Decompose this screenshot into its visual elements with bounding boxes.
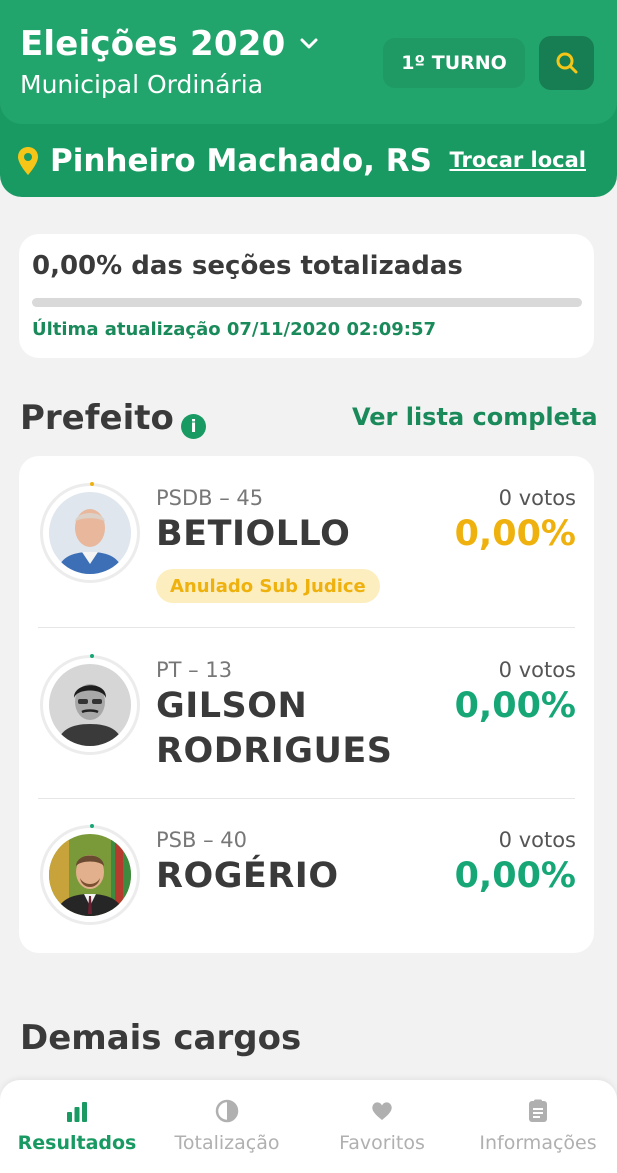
pie-chart-icon: [215, 1099, 239, 1123]
candidate-party: PSB – 40: [156, 828, 247, 852]
candidates-card: PSDB – 45 BETIOLLO 0 votos 0,00% Anulado…: [19, 456, 594, 953]
progress-card: 0,00% das seções totalizadas Última atua…: [19, 234, 594, 358]
candidate-percent: 0,00%: [454, 856, 576, 896]
heart-icon: [372, 1102, 392, 1120]
see-full-list-link[interactable]: Ver lista completa: [352, 403, 598, 431]
location-pin-icon: [18, 147, 38, 175]
turno-button[interactable]: 1º TURNO: [383, 38, 525, 88]
nav-item-totalizacao[interactable]: Totalização: [150, 1098, 304, 1154]
info-icon[interactable]: i: [181, 414, 206, 439]
progress-bar: [32, 298, 582, 307]
candidate-avatar: [40, 482, 140, 583]
candidate-name: BETIOLLO: [156, 514, 351, 554]
divider: [38, 798, 575, 799]
nav-item-informacoes[interactable]: Informações: [461, 1098, 615, 1154]
clipboard-icon: [529, 1099, 547, 1122]
election-bar: Eleições 2020 Municipal Ordinária 1º TUR…: [0, 0, 617, 124]
status-badge: Anulado Sub Judice: [156, 569, 380, 603]
status-dot: [90, 482, 94, 486]
status-dot: [90, 654, 94, 658]
candidate-avatar: [40, 824, 140, 925]
candidate-votes: 0 votos: [498, 658, 576, 682]
change-location-link[interactable]: Trocar local: [449, 148, 586, 172]
bar-chart-icon: [67, 1102, 87, 1122]
status-dot: [90, 824, 94, 828]
last-update-text: Última atualização 07/11/2020 02:09:57: [32, 319, 437, 340]
candidate-name: ROGÉRIO: [156, 856, 339, 896]
bottom-nav: Resultados Totalização Favoritos Informa…: [0, 1080, 617, 1173]
prefeito-heading: Prefeito: [20, 398, 174, 438]
nav-item-resultados[interactable]: Resultados: [0, 1098, 154, 1154]
candidate-percent: 0,00%: [454, 514, 576, 554]
location-bar: Pinheiro Machado, RS Trocar local: [16, 138, 586, 184]
candidate-photo-icon: [49, 834, 131, 916]
nav-label: Informações: [479, 1132, 597, 1154]
candidate-name: GILSON RODRIGUES: [156, 686, 393, 771]
candidate-party: PT – 13: [156, 658, 233, 682]
election-selector[interactable]: Eleições 2020: [20, 24, 321, 64]
divider: [38, 627, 575, 628]
nav-label: Resultados: [17, 1132, 137, 1154]
election-subtitle: Municipal Ordinária: [20, 70, 264, 99]
candidate-percent: 0,00%: [454, 686, 576, 726]
candidate-votes: 0 votos: [498, 828, 576, 852]
other-positions-heading: Demais cargos: [20, 1018, 302, 1058]
nav-item-favoritos[interactable]: Favoritos: [305, 1098, 459, 1154]
candidate-photo-icon: [49, 492, 131, 574]
app-header: Eleições 2020 Municipal Ordinária 1º TUR…: [0, 0, 617, 197]
location-name: Pinheiro Machado, RS: [50, 143, 432, 179]
candidate-votes: 0 votos: [498, 486, 576, 510]
candidate-photo-icon: [49, 664, 131, 746]
nav-label: Favoritos: [339, 1132, 425, 1154]
chevron-down-icon[interactable]: [297, 32, 321, 56]
progress-title: 0,00% das seções totalizadas: [32, 251, 463, 281]
candidate-party: PSDB – 45: [156, 486, 264, 510]
election-title[interactable]: Eleições 2020: [20, 24, 285, 64]
search-icon: [556, 52, 577, 74]
nav-label: Totalização: [174, 1132, 280, 1154]
search-button[interactable]: [539, 36, 594, 90]
candidate-avatar: [40, 654, 140, 755]
